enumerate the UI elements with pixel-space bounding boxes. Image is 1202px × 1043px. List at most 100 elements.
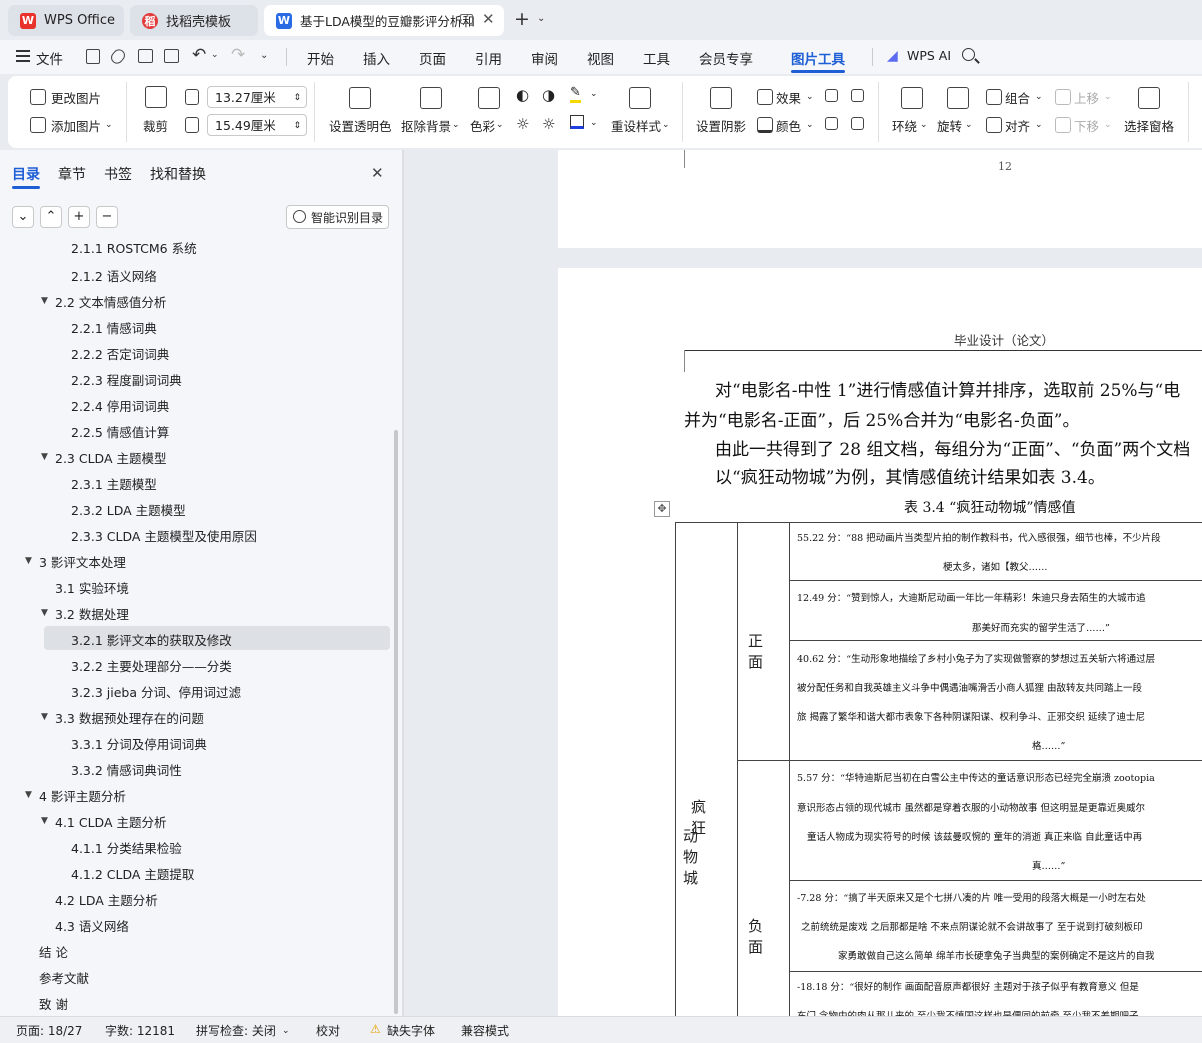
missing-font-button[interactable]: 缺失字体: [387, 1022, 435, 1039]
redo-icon[interactable]: ↷: [231, 45, 245, 65]
shadow-right-icon[interactable]: [851, 117, 864, 130]
chevron-down-icon[interactable]: ⌄: [806, 92, 814, 102]
toc-item[interactable]: 2.2.2 否定词词典: [71, 344, 169, 363]
tab-find-replace[interactable]: 找和替换: [150, 164, 206, 184]
expanded-triangle-icon[interactable]: ▼: [41, 816, 48, 826]
menu-review[interactable]: 审阅: [531, 48, 558, 68]
menu-wps-ai[interactable]: WPS AI: [907, 48, 951, 63]
spin-arrows-icon[interactable]: ⇕: [293, 115, 301, 137]
toc-item[interactable]: 4.1 CLDA 主题分析: [55, 812, 166, 831]
menu-file[interactable]: 文件: [36, 48, 63, 68]
height-input[interactable]: 15.49厘米 ⇕: [207, 114, 307, 136]
tab-toc[interactable]: 目录: [12, 164, 40, 184]
shadow-up-icon[interactable]: [825, 89, 838, 102]
add-icon[interactable]: +: [68, 206, 90, 228]
change-image-button[interactable]: 更改图片: [51, 88, 101, 107]
effect-button[interactable]: 效果: [776, 88, 801, 107]
chevron-down-icon[interactable]: ⌄: [105, 120, 113, 130]
expanded-triangle-icon[interactable]: ▼: [41, 452, 48, 462]
wrap-button[interactable]: 环绕: [892, 116, 917, 135]
toc-item[interactable]: 2.2 文本情感值分析: [55, 292, 166, 311]
toc-scrollbar[interactable]: [394, 430, 398, 1014]
more-dropdown-icon[interactable]: ⌄: [260, 50, 268, 61]
chevron-down-icon[interactable]: ⌄: [452, 120, 460, 130]
chevron-down-icon[interactable]: ⌄: [662, 120, 670, 130]
crop-button[interactable]: 裁剪: [143, 116, 168, 135]
smart-toc-button[interactable]: 智能识别目录: [286, 205, 389, 229]
menu-page[interactable]: 页面: [419, 48, 446, 68]
chevron-down-icon[interactable]: ⌄: [496, 120, 504, 130]
chevron-down-icon[interactable]: ⌄: [1035, 92, 1043, 102]
chevron-down-icon[interactable]: ⌄: [282, 1026, 290, 1036]
word-count[interactable]: 字数: 12181: [105, 1022, 175, 1039]
toc-item[interactable]: 3.2 数据处理: [55, 604, 129, 623]
decrease-brightness-icon[interactable]: ☼: [542, 115, 555, 133]
fill-color-button[interactable]: 颜色: [776, 116, 801, 135]
color-button[interactable]: 色彩: [470, 116, 495, 135]
menu-tools[interactable]: 工具: [643, 48, 670, 68]
page-indicator[interactable]: 页面: 18/27: [16, 1022, 82, 1039]
increase-contrast-icon[interactable]: ◐: [516, 86, 529, 104]
highlight-icon[interactable]: ✎: [570, 86, 581, 103]
toc-item[interactable]: 2.3 CLDA 主题模型: [55, 448, 166, 467]
toc-item[interactable]: 2.2.1 情感词典: [71, 318, 157, 337]
toc-item[interactable]: 2.3.1 主题模型: [71, 474, 157, 493]
toc-item[interactable]: 3.2.3 jieba 分词、停用词过滤: [71, 682, 241, 701]
chevron-down-icon[interactable]: ⌄: [1104, 120, 1112, 130]
menu-view[interactable]: 视图: [587, 48, 614, 68]
close-icon[interactable]: ✕: [371, 164, 384, 182]
rotate-button[interactable]: 旋转: [937, 116, 962, 135]
tab-wps-office[interactable]: W WPS Office: [8, 5, 124, 36]
menu-insert[interactable]: 插入: [363, 48, 390, 68]
expanded-triangle-icon[interactable]: ▼: [41, 712, 48, 722]
toc-item[interactable]: 2.1.1 ROSTCM6 系统: [71, 238, 197, 257]
remove-icon[interactable]: −: [96, 206, 118, 228]
toc-item[interactable]: 3.1 实验环境: [55, 578, 129, 597]
toc-item[interactable]: 4.1.1 分类结果检验: [71, 838, 182, 857]
toc-item[interactable]: 2.3.2 LDA 主题模型: [71, 500, 186, 519]
width-input[interactable]: 13.27厘米 ⇕: [207, 86, 307, 108]
toc-item[interactable]: 2.2.4 停用词词典: [71, 396, 169, 415]
close-tab-icon[interactable]: ✕: [482, 10, 495, 28]
menu-member[interactable]: 会员专享: [699, 48, 753, 68]
print-preview-icon[interactable]: [164, 49, 179, 63]
toc-item[interactable]: 结 论: [39, 942, 68, 961]
toc-item[interactable]: 致 谢: [39, 994, 68, 1013]
undo-dropdown-icon[interactable]: ⌄: [211, 50, 219, 60]
toc-item[interactable]: 参考文献: [39, 968, 89, 987]
chevron-down-icon[interactable]: ⌄: [1035, 120, 1043, 130]
toc-item[interactable]: 4.3 语义网络: [55, 916, 129, 935]
toc-item[interactable]: 2.2.5 情感值计算: [71, 422, 169, 441]
toc-item[interactable]: 2.3.3 CLDA 主题模型及使用原因: [71, 526, 257, 545]
link-icon[interactable]: [108, 46, 128, 67]
collapse-down-icon[interactable]: ⌄: [12, 206, 34, 228]
set-transparent-button[interactable]: 设置透明色: [329, 116, 392, 135]
toc-item[interactable]: 3.3.1 分词及停用词词典: [71, 734, 207, 753]
toc-item[interactable]: 4.1.2 CLDA 主题提取: [71, 864, 194, 883]
toc-item[interactable]: 3 影评文本处理: [39, 552, 126, 571]
table-move-icon[interactable]: ✥: [654, 501, 670, 517]
group-button[interactable]: 组合: [1005, 88, 1030, 107]
border-color-icon[interactable]: [570, 115, 584, 129]
decrease-contrast-icon[interactable]: ◑: [542, 86, 555, 104]
move-up-button[interactable]: 上移: [1074, 88, 1099, 107]
shadow-left-icon[interactable]: [825, 117, 838, 130]
toc-item[interactable]: 3.3 数据预处理存在的问题: [55, 708, 204, 727]
toc-item[interactable]: 2.2.3 程度副词词典: [71, 370, 182, 389]
set-shadow-button[interactable]: 设置阴影: [696, 116, 746, 135]
toc-item[interactable]: 4 影评主题分析: [39, 786, 126, 805]
new-tab-icon[interactable]: +: [514, 8, 530, 30]
toc-item[interactable]: 4.2 LDA 主题分析: [55, 890, 158, 909]
selection-pane-button[interactable]: 选择窗格: [1124, 116, 1174, 135]
chevron-down-icon[interactable]: ⌄: [590, 118, 598, 128]
toc-item-selected[interactable]: 3.2.1 影评文本的获取及修改: [71, 630, 232, 649]
collapse-up-icon[interactable]: ⌃: [40, 206, 62, 228]
chevron-down-icon[interactable]: ⌄: [920, 120, 928, 130]
toc-item[interactable]: 3.2.2 主要处理部分——分类: [71, 656, 232, 675]
toc-item[interactable]: 2.1.2 语义网络: [71, 266, 157, 285]
tab-current-document[interactable]: W 基于LDA模型的豆瓣影评分析和 ✕: [264, 5, 504, 36]
tab-chapters[interactable]: 章节: [58, 164, 86, 184]
expanded-triangle-icon[interactable]: ▼: [25, 790, 32, 800]
menu-picture-tools[interactable]: 图片工具: [791, 48, 845, 68]
move-down-button[interactable]: 下移: [1074, 116, 1099, 135]
